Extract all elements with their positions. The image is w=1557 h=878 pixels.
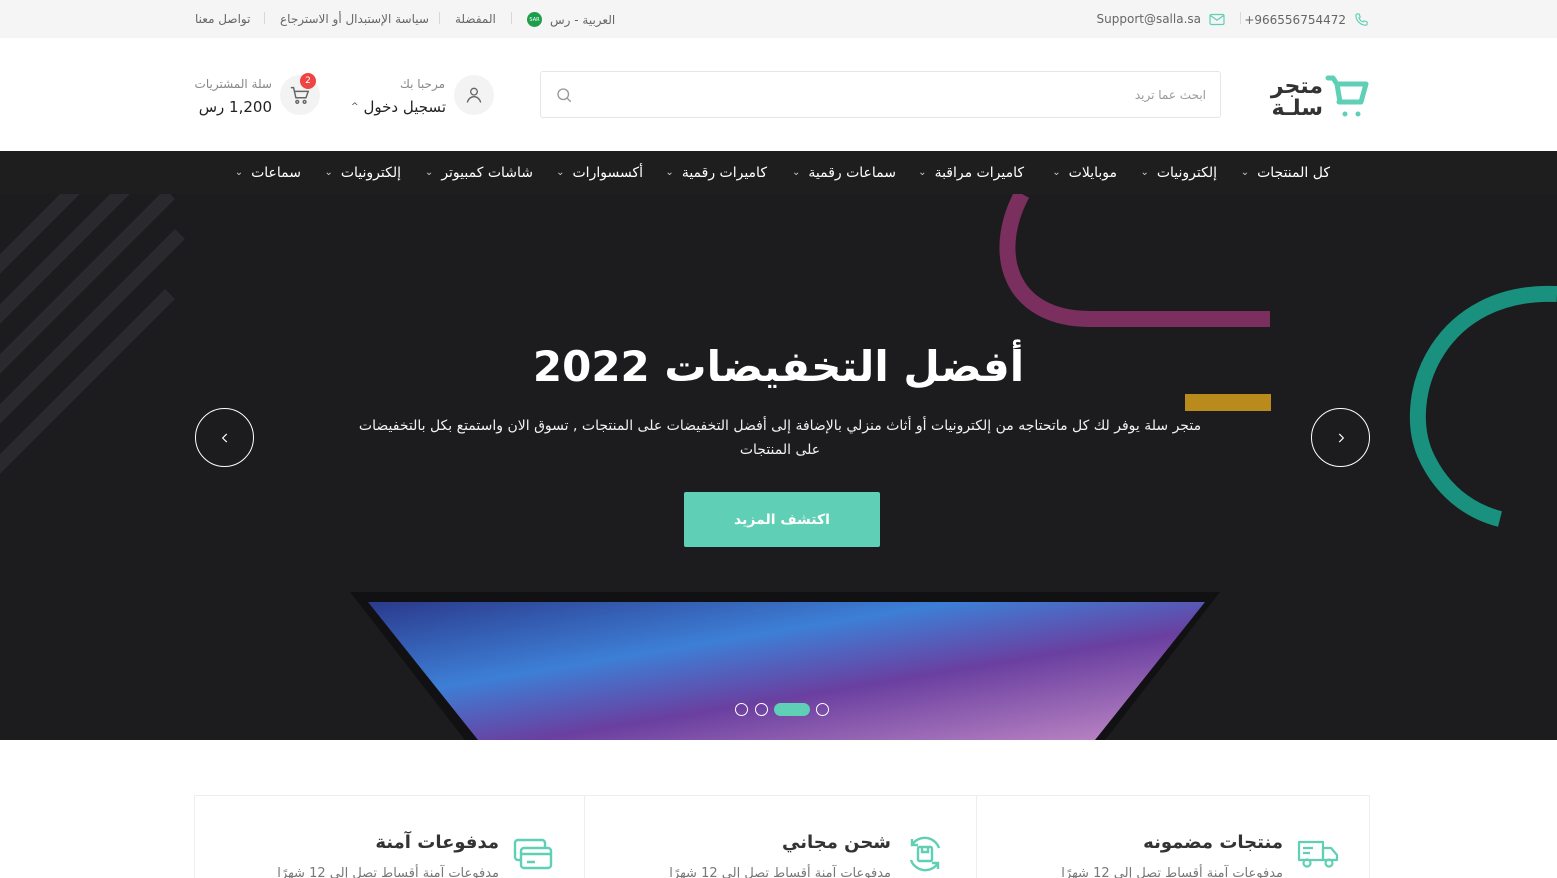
feature-secure-payments: مدفوعات آمنة مدفوعات آمنة أقساط تصل إلى …: [193, 796, 585, 878]
cart-logo-icon: [1325, 75, 1369, 117]
greeting-text: مرحبا بك: [399, 77, 445, 91]
hero-slider: أفضل التخفيضات 2022 متجر سلة يوفر لك كل …: [0, 194, 1557, 740]
feature-guaranteed-products: منتجات مضمونه مدفوعات آمنة أقساط تصل إلى…: [977, 796, 1369, 878]
chevron-down-icon: ⌄: [1052, 167, 1061, 178]
nav-label: سماعات رقمية: [808, 164, 896, 181]
search-input[interactable]: [606, 72, 1206, 117]
phone-number: +966556754472: [1244, 12, 1346, 27]
truck-icon: [1297, 836, 1339, 874]
return-policy-label: سياسة الإستبدال أو الاسترجاع: [280, 12, 429, 26]
contact-link[interactable]: تواصل معنا: [195, 12, 250, 26]
hero-background-art: [0, 194, 1557, 740]
chevron-down-icon: ⌄: [234, 167, 244, 178]
search-icon[interactable]: [555, 86, 573, 108]
chevron-down-icon: ⌄: [1240, 167, 1250, 178]
cart-button[interactable]: 2: [280, 73, 320, 115]
top-bar: +966556754472 Support@salla.sa العربية -…: [0, 0, 1557, 38]
feature-title: منتجات مضمونه: [1143, 832, 1283, 853]
chevron-up-icon: ^: [350, 102, 359, 112]
phone-contact[interactable]: +966556754472: [1244, 12, 1369, 27]
feature-desc: مدفوعات آمنة أقساط تصل إلى 12 شهرًا: [1061, 866, 1283, 878]
nav-label: كاميرات مراقبة: [934, 164, 1024, 181]
chevron-right-icon: [1338, 433, 1344, 442]
language-label: العربية - رس: [550, 12, 616, 27]
email-contact[interactable]: Support@salla.sa: [1097, 12, 1225, 26]
slider-dot-active[interactable]: [774, 703, 810, 716]
cart-label: سلة المشتريات: [194, 77, 272, 91]
language-switcher[interactable]: العربية - رس SAR: [527, 12, 615, 27]
feature-title: مدفوعات آمنة: [375, 832, 499, 853]
features-strip: منتجات مضمونه مدفوعات آمنة أقساط تصل إلى…: [194, 795, 1370, 878]
login-label: تسجيل دخول: [363, 98, 447, 116]
mail-icon: [1209, 13, 1225, 25]
nav-label: إلكترونيات: [1156, 164, 1217, 181]
main-nav: كل المنتجات ⌄ إلكترونيات ⌄ موبايلات ⌄ كامير…: [0, 151, 1557, 194]
chevron-left-icon: [221, 433, 227, 442]
discover-more-button[interactable]: اكتشف المزيد: [684, 492, 880, 547]
nav-item-surveillance-cameras[interactable]: كاميرات مراقبة ⌄: [918, 151, 1024, 194]
slider-dot[interactable]: [755, 703, 768, 716]
logo-line-2: سلـة: [1271, 96, 1323, 121]
chevron-down-icon: ⌄: [324, 167, 333, 178]
chevron-down-icon: ⌄: [1140, 167, 1149, 178]
contact-label: تواصل معنا: [195, 12, 251, 26]
nav-item-digital-cameras[interactable]: كاميرات رقمية ⌄: [665, 151, 767, 194]
nav-label: كل المنتجات: [1257, 164, 1330, 181]
nav-item-all-products[interactable]: كل المنتجات ⌄: [1241, 151, 1330, 194]
return-policy-link[interactable]: سياسة الإستبدال أو الاسترجاع: [280, 12, 429, 26]
chevron-down-icon: ⌄: [918, 167, 927, 178]
email-address: Support@salla.sa: [1096, 12, 1201, 26]
user-avatar-button[interactable]: [454, 75, 494, 115]
search-box: [540, 71, 1221, 118]
chevron-down-icon: ⌄: [424, 167, 434, 178]
nav-item-mobiles[interactable]: موبايلات ⌄: [1052, 151, 1117, 194]
nav-label: أكسسوارات: [572, 164, 644, 181]
chevron-down-icon: ⌄: [665, 167, 674, 178]
feature-desc: مدفوعات آمنة أقساط تصل إلى 12 شهرًا: [669, 866, 891, 878]
hero-title: أفضل التخفيضات 2022: [532, 342, 1025, 391]
header: متجر سلـة مرحبا بك تسجيل دخول ^ 2 سلة ال…: [0, 38, 1557, 151]
feature-title: شحن مجاني: [782, 832, 891, 853]
nav-item-computer-screens[interactable]: شاشات كمبيوتر ⌄: [425, 151, 533, 194]
credit-card-icon: [513, 836, 553, 876]
box-refresh-icon: [905, 834, 945, 878]
chevron-down-icon: ⌄: [791, 167, 801, 178]
nav-label: كاميرات رقمية: [681, 164, 767, 181]
nav-label: شاشات كمبيوتر: [441, 164, 533, 181]
nav-item-electronics-2[interactable]: إلكترونيات ⌄: [324, 151, 401, 194]
favorites-link[interactable]: المفضلة: [455, 12, 496, 26]
divider: [511, 12, 512, 24]
chevron-down-icon: ⌄: [556, 167, 565, 178]
logo-line-1: متجر: [1270, 74, 1323, 99]
nav-item-electronics[interactable]: إلكترونيات ⌄: [1140, 151, 1217, 194]
feature-desc: مدفوعات آمنة أقساط تصل إلى 12 شهرًا: [277, 866, 499, 878]
divider: [1240, 12, 1241, 24]
hero-subtitle: متجر سلة يوفر لك كل ماتحتاجه من إلكتروني…: [358, 418, 1202, 458]
nav-label: سماعات: [251, 164, 301, 181]
nav-item-accessories[interactable]: أكسسوارات ⌄: [556, 151, 643, 194]
user-icon: [466, 87, 482, 103]
store-logo[interactable]: متجر سلـة: [1265, 74, 1371, 122]
divider: [264, 12, 265, 24]
nav-item-digital-headphones[interactable]: سماعات رقمية ⌄: [792, 151, 896, 194]
slider-next-button[interactable]: [1311, 408, 1370, 467]
phone-icon: [1355, 13, 1368, 26]
nav-label: موبايلات: [1068, 164, 1117, 181]
nav-label: إلكترونيات: [340, 164, 401, 181]
slider-dot[interactable]: [816, 703, 829, 716]
saudi-flag-icon: SAR: [527, 12, 542, 27]
cart-count-badge: 2: [300, 73, 316, 89]
slider-dot[interactable]: [735, 703, 748, 716]
divider: [439, 12, 440, 24]
nav-item-headphones[interactable]: سماعات ⌄: [235, 151, 301, 194]
feature-free-shipping: شحن مجاني مدفوعات آمنة أقساط تصل إلى 12 …: [585, 796, 977, 878]
login-link[interactable]: تسجيل دخول ^: [351, 98, 446, 116]
favorites-label: المفضلة: [455, 12, 496, 26]
cart-total: 1,200 رس: [198, 98, 272, 116]
slider-prev-button[interactable]: [195, 408, 254, 467]
